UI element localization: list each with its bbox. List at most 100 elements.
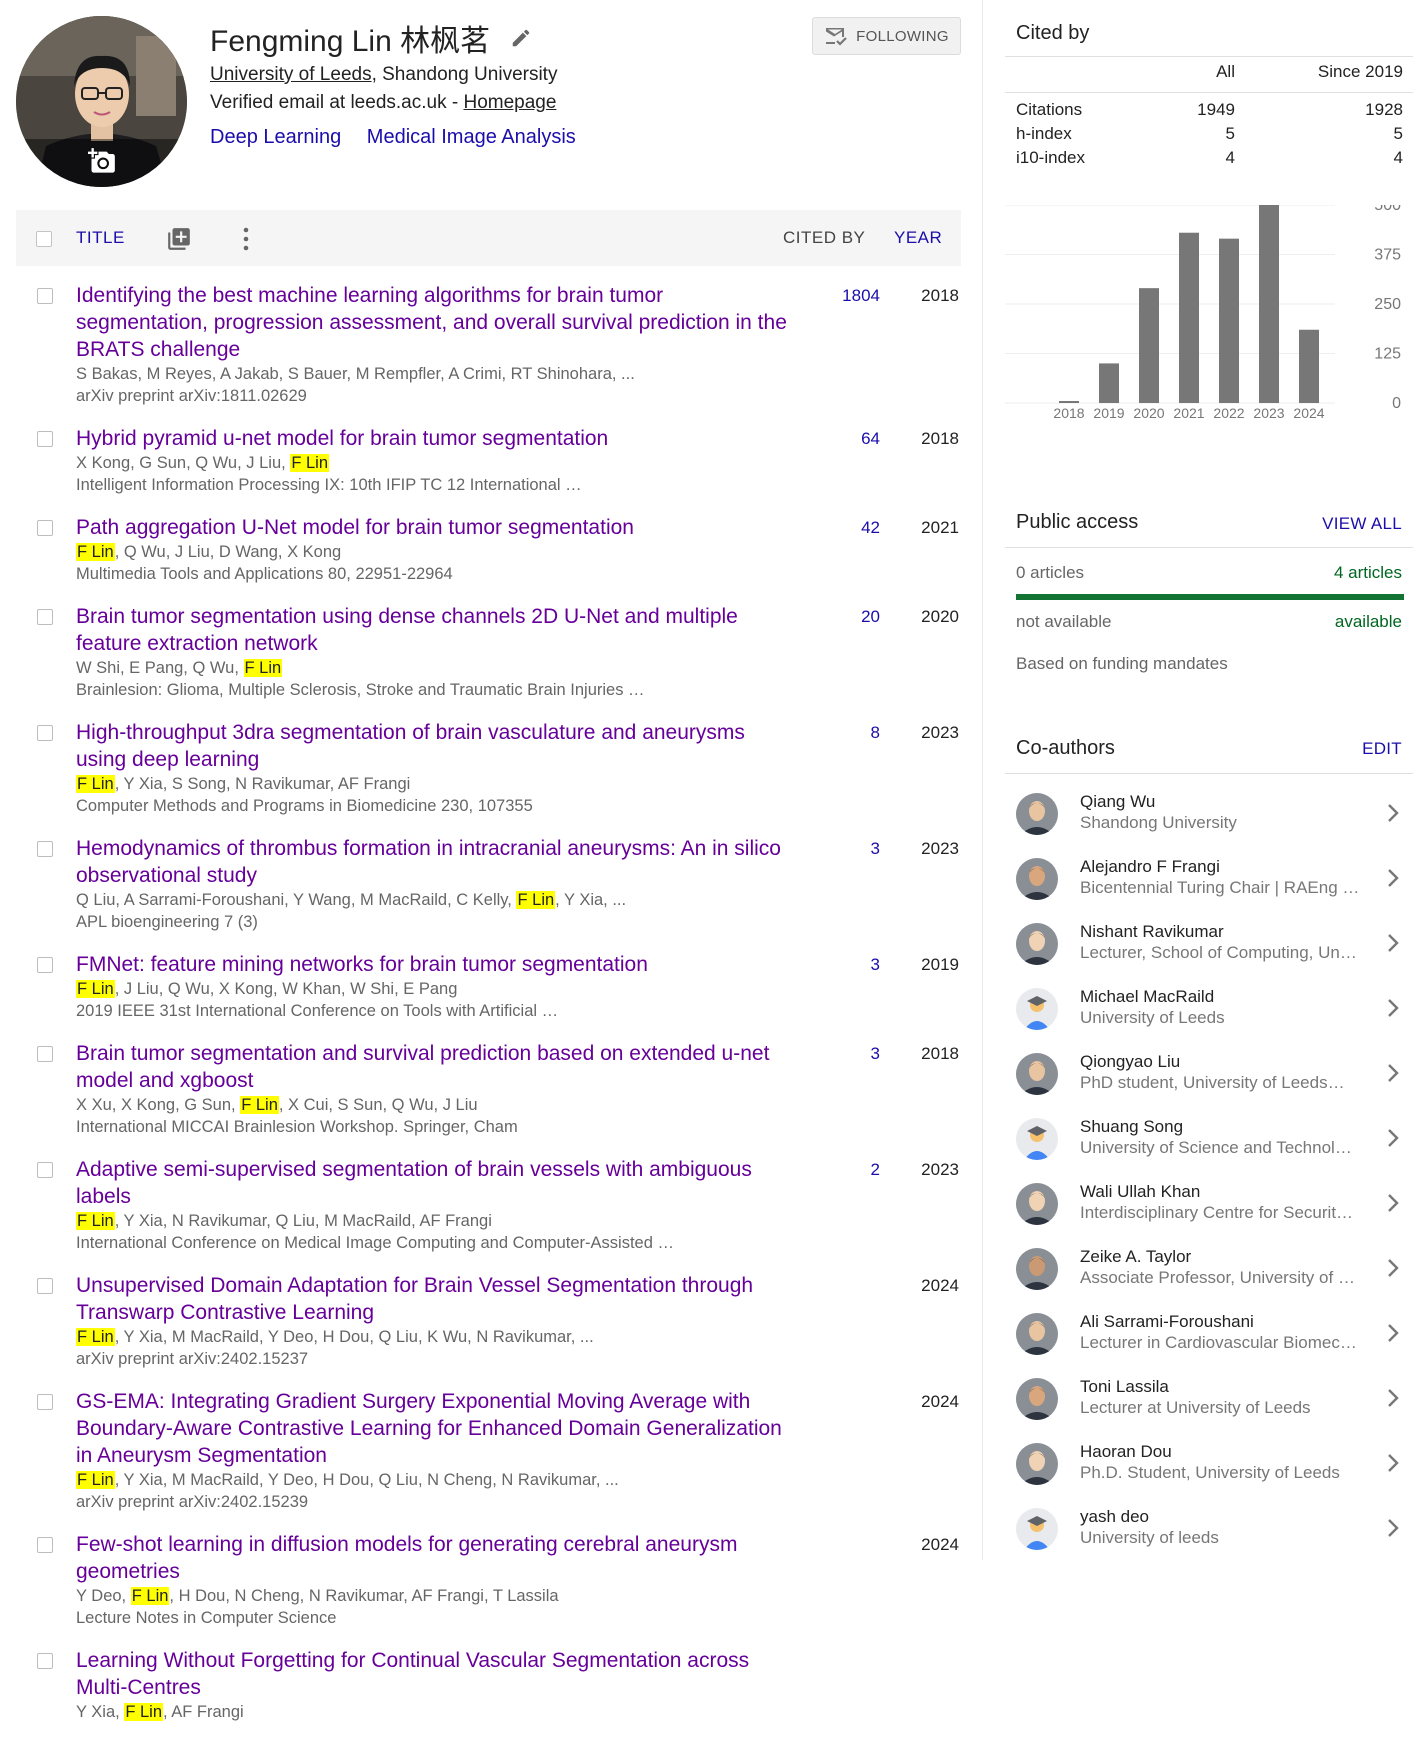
chevron-right-icon[interactable] — [1386, 1387, 1400, 1409]
cited-by-count[interactable]: 20 — [776, 607, 880, 627]
article-checkbox[interactable] — [37, 1537, 53, 1553]
article-title[interactable]: Brain tumor segmentation and survival pr… — [76, 1040, 796, 1094]
article-title[interactable]: Hemodynamics of thrombus formation in in… — [76, 835, 796, 889]
homepage-link[interactable]: Homepage — [463, 92, 556, 113]
article-title[interactable]: Brain tumor segmentation using dense cha… — [76, 603, 796, 657]
stat-label[interactable]: Citations — [1016, 100, 1082, 120]
article-title[interactable]: Identifying the best machine learning al… — [76, 282, 796, 363]
coauthor-name[interactable]: Shuang Song — [1080, 1117, 1183, 1137]
coauthor-name[interactable]: Alejandro F Frangi — [1080, 857, 1220, 877]
select-all-checkbox[interactable] — [36, 231, 52, 247]
article-checkbox[interactable] — [37, 1046, 53, 1062]
coauthor-item[interactable]: Zeike A. Taylor Associate Professor, Univ… — [1005, 1245, 1413, 1310]
change-photo-overlay[interactable] — [16, 139, 187, 187]
coauthor-name[interactable]: Toni Lassila — [1080, 1377, 1169, 1397]
article-checkbox[interactable] — [37, 957, 53, 973]
coauthor-item[interactable]: Michael MacRaild University of Leeds — [1005, 985, 1413, 1050]
article-title[interactable]: High-throughput 3dra segmentation of bra… — [76, 719, 796, 773]
bar-2023[interactable] — [1259, 205, 1279, 403]
coauthor-item[interactable]: Haoran Dou Ph.D. Student, University of L… — [1005, 1440, 1413, 1505]
article-title[interactable]: Unsupervised Domain Adaptation for Brain… — [76, 1272, 796, 1326]
article-checkbox[interactable] — [37, 431, 53, 447]
cited-by-count[interactable]: 3 — [776, 839, 880, 859]
chevron-right-icon[interactable] — [1386, 802, 1400, 824]
add-article-icon[interactable] — [166, 226, 192, 252]
coauthor-item[interactable]: Shuang Song University of Science and Tec… — [1005, 1115, 1413, 1180]
coauthor-name[interactable]: yash deo — [1080, 1507, 1149, 1527]
view-all-link[interactable]: VIEW ALL — [1322, 514, 1402, 534]
coauthor-name[interactable]: Qiongyao Liu — [1080, 1052, 1180, 1072]
article-title[interactable]: Path aggregation U-Net model for brain t… — [76, 514, 796, 541]
coauthor-item[interactable]: Wali Ullah Khan Interdisciplinary Centre … — [1005, 1180, 1413, 1245]
bar-2022[interactable] — [1219, 238, 1239, 403]
divider-line — [1005, 773, 1413, 774]
more-options-icon[interactable] — [241, 226, 251, 252]
chevron-right-icon[interactable] — [1386, 1452, 1400, 1474]
coauthor-name[interactable]: Nishant Ravikumar — [1080, 922, 1224, 942]
coauthor-name[interactable]: Michael MacRaild — [1080, 987, 1214, 1007]
bar-2018[interactable] — [1059, 401, 1079, 403]
chevron-right-icon[interactable] — [1386, 1517, 1400, 1539]
article-checkbox[interactable] — [37, 841, 53, 857]
available-count[interactable]: 4 articles — [1334, 563, 1402, 583]
coauthor-item[interactable]: Toni Lassila Lecturer at University of Le… — [1005, 1375, 1413, 1440]
cited-by-count[interactable]: 8 — [776, 723, 880, 743]
chevron-right-icon[interactable] — [1386, 997, 1400, 1019]
article-checkbox[interactable] — [37, 1162, 53, 1178]
article-checkbox[interactable] — [37, 1394, 53, 1410]
article-title[interactable]: Few-shot learning in diffusion models fo… — [76, 1531, 796, 1585]
cited-by-count[interactable]: 3 — [776, 1044, 880, 1064]
article-checkbox[interactable] — [37, 609, 53, 625]
sort-by-year[interactable]: YEAR — [894, 228, 942, 248]
coauthor-item[interactable]: yash deo University of leeds — [1005, 1505, 1413, 1570]
bar-2024[interactable] — [1299, 329, 1319, 403]
coauthor-item[interactable]: Qiang Wu Shandong University — [1005, 790, 1413, 855]
article-checkbox[interactable] — [37, 288, 53, 304]
profile-photo[interactable] — [16, 16, 187, 187]
article-title[interactable]: Learning Without Forgetting for Continua… — [76, 1647, 796, 1701]
coauthor-name[interactable]: Qiang Wu — [1080, 792, 1155, 812]
stat-label[interactable]: h-index — [1016, 124, 1072, 144]
chevron-right-icon[interactable] — [1386, 867, 1400, 889]
article-checkbox[interactable] — [37, 1653, 53, 1669]
sort-by-title[interactable]: TITLE — [76, 228, 125, 248]
coauthor-item[interactable]: Ali Sarrami-Foroushani Lecturer in Cardio… — [1005, 1310, 1413, 1375]
coauthor-name[interactable]: Zeike A. Taylor — [1080, 1247, 1191, 1267]
article-checkbox[interactable] — [37, 725, 53, 741]
chevron-right-icon[interactable] — [1386, 932, 1400, 954]
chevron-right-icon[interactable] — [1386, 1192, 1400, 1214]
not-available-count[interactable]: 0 articles — [1016, 563, 1084, 583]
bar-2021[interactable] — [1179, 232, 1199, 403]
article-title[interactable]: Hybrid pyramid u-net model for brain tum… — [76, 425, 796, 452]
article-checkbox[interactable] — [37, 520, 53, 536]
chevron-right-icon[interactable] — [1386, 1322, 1400, 1344]
edit-pencil-icon[interactable] — [510, 27, 532, 49]
coauthor-name[interactable]: Ali Sarrami-Foroushani — [1080, 1312, 1254, 1332]
cited-by-count[interactable]: 3 — [776, 955, 880, 975]
sort-by-cited[interactable]: CITED BY — [783, 228, 865, 248]
article-title[interactable]: Adaptive semi-supervised segmentation of… — [76, 1156, 796, 1210]
interest-medical-image-analysis[interactable]: Medical Image Analysis — [367, 126, 576, 148]
cited-by-count[interactable]: 2 — [776, 1160, 880, 1180]
article-checkbox[interactable] — [37, 1278, 53, 1294]
article-title[interactable]: FMNet: feature mining networks for brain… — [76, 951, 796, 978]
cited-by-count[interactable]: 1804 — [776, 286, 880, 306]
bar-2019[interactable] — [1099, 363, 1119, 403]
interest-deep-learning[interactable]: Deep Learning — [210, 126, 341, 148]
coauthor-item[interactable]: Qiongyao Liu PhD student, University of L… — [1005, 1050, 1413, 1115]
stat-label[interactable]: i10-index — [1016, 148, 1085, 168]
coauthor-item[interactable]: Alejandro F Frangi Bicentennial Turing Ch… — [1005, 855, 1413, 920]
chevron-right-icon[interactable] — [1386, 1062, 1400, 1084]
cited-by-count[interactable]: 42 — [776, 518, 880, 538]
chevron-right-icon[interactable] — [1386, 1257, 1400, 1279]
article-title[interactable]: GS-EMA: Integrating Gradient Surgery Exp… — [76, 1388, 796, 1469]
edit-coauthors-link[interactable]: EDIT — [1362, 739, 1402, 759]
following-button[interactable]: FOLLOWING — [812, 17, 961, 55]
coauthor-name[interactable]: Wali Ullah Khan — [1080, 1182, 1200, 1202]
coauthor-name[interactable]: Haoran Dou — [1080, 1442, 1172, 1462]
cited-by-count[interactable]: 64 — [776, 429, 880, 449]
chevron-right-icon[interactable] — [1386, 1127, 1400, 1149]
bar-2020[interactable] — [1139, 288, 1159, 403]
coauthor-item[interactable]: Nishant Ravikumar Lecturer, School of Com… — [1005, 920, 1413, 985]
affiliation-link[interactable]: University of Leeds — [210, 64, 372, 85]
